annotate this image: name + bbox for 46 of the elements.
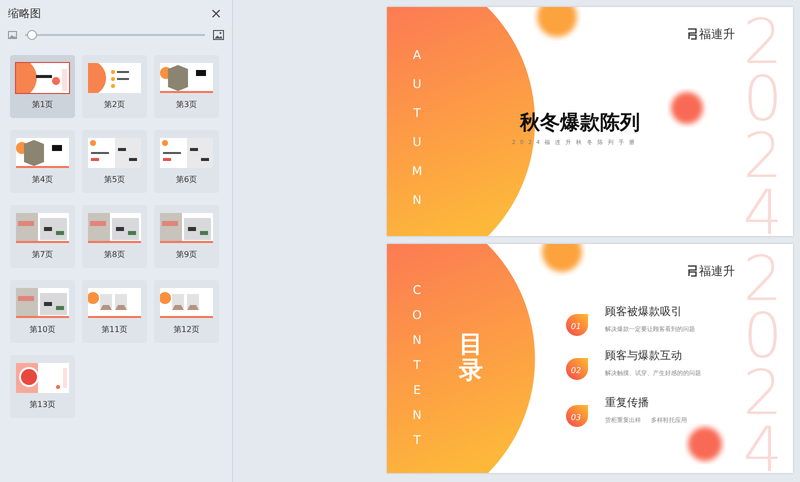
thumbnail-label: 第12页	[173, 324, 200, 336]
item-title: 顾客与爆款互动	[605, 348, 683, 364]
slide-thumbnail[interactable]: 第3页	[154, 55, 219, 118]
number-drop-badge: 01	[565, 312, 589, 336]
slide-thumbnail[interactable]: 第1页	[10, 55, 75, 118]
item-title: 顾客被爆款吸引	[605, 304, 683, 320]
slide-thumbnail[interactable]: 第12页	[154, 280, 219, 343]
thumbnail-label: 第3页	[176, 99, 198, 111]
vertical-word: CONTENT	[411, 282, 423, 449]
slide-thumbnail[interactable]: 第4页	[10, 130, 75, 193]
slide-thumbnail[interactable]: 第8页	[82, 205, 147, 268]
slide-thumbnail[interactable]: 第6页	[154, 130, 219, 193]
slide-thumbnail[interactable]: 第5页	[82, 130, 147, 193]
thumbnail-label: 第1页	[32, 99, 54, 111]
large-image-icon[interactable]	[213, 30, 224, 40]
number-drop-badge: 02	[565, 356, 589, 380]
slide-heading: 目录	[459, 331, 483, 384]
logo-icon	[687, 265, 698, 277]
slide-thumbnail[interactable]: 第11页	[82, 280, 147, 343]
slide-thumbnail[interactable]: 第10页	[10, 280, 75, 343]
slide-thumbnail[interactable]: 第9页	[154, 205, 219, 268]
thumbnail-label: 第6页	[176, 174, 198, 186]
thumbnail-label: 第2页	[104, 99, 126, 111]
close-button[interactable]: ×	[208, 7, 224, 21]
brand-name: 福連升	[699, 263, 735, 280]
thumbnail-label: 第11页	[101, 324, 128, 336]
vertical-word: AUTUMN	[411, 47, 423, 209]
slider-thumb[interactable]	[26, 30, 37, 40]
small-image-icon[interactable]	[8, 31, 17, 39]
thumbnail-label: 第13页	[29, 399, 56, 411]
thumbnail-label: 第9页	[176, 249, 198, 261]
thumbnail-label: 第8页	[104, 249, 126, 261]
slide-thumbnail[interactable]: 第7页	[10, 205, 75, 268]
thumbnail-label: 第7页	[32, 249, 54, 261]
slide-thumbnail[interactable]: 第13页	[10, 355, 75, 418]
thumbnail-label: 第4页	[32, 174, 54, 186]
thumbnail-label: 第10页	[29, 324, 56, 336]
number-drop-badge: 03	[565, 403, 589, 427]
item-title: 重复传播	[605, 395, 650, 411]
logo-icon	[687, 28, 698, 40]
panel-title: 缩略图	[8, 6, 41, 22]
brand-name: 福連升	[699, 26, 735, 43]
thumbnail-label: 第5页	[104, 174, 126, 186]
slide-thumbnail[interactable]: 第2页	[82, 55, 147, 118]
blurred-sphere	[671, 92, 703, 124]
blurred-sphere	[688, 427, 722, 461]
